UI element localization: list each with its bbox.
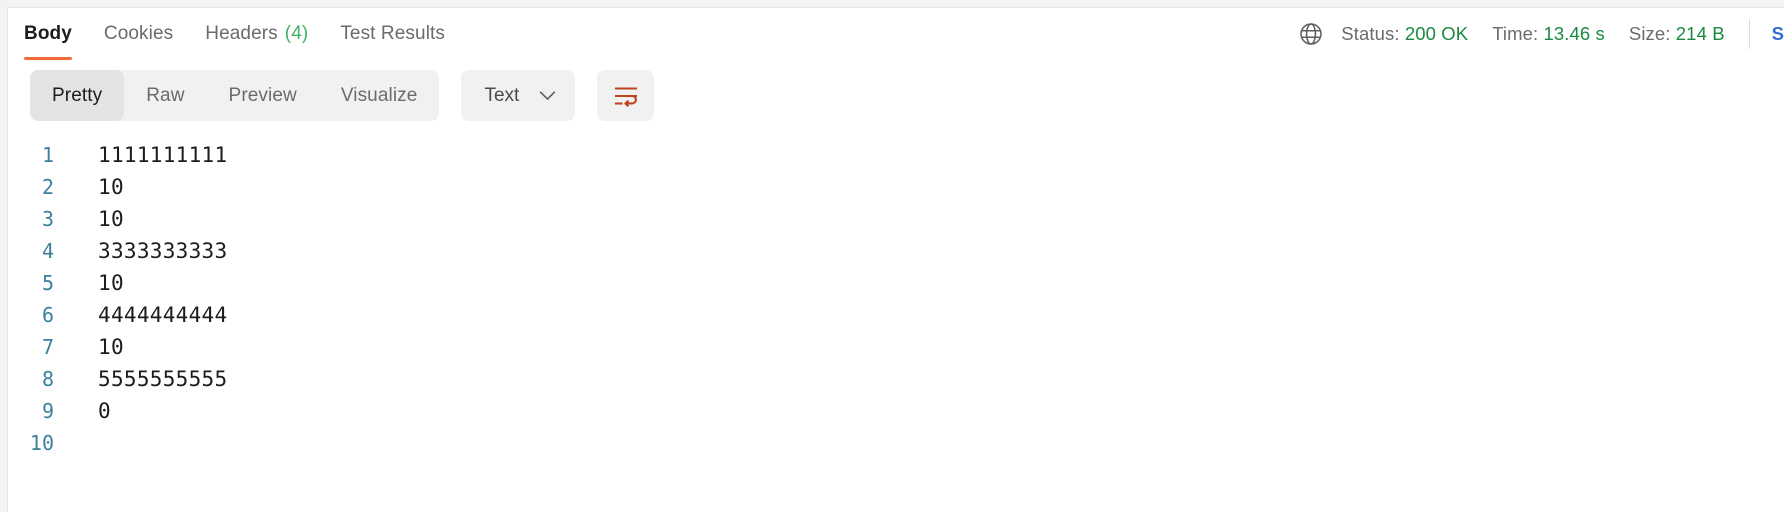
active-tab-indicator xyxy=(24,57,72,60)
tab-cookies[interactable]: Cookies xyxy=(88,8,189,60)
line-text: 10 xyxy=(98,175,124,199)
code-line: 9 0 xyxy=(16,395,1784,427)
view-mode-pretty[interactable]: Pretty xyxy=(30,70,125,121)
line-number: 7 xyxy=(41,335,54,359)
line-number: 8 xyxy=(41,367,54,391)
response-pane: Body Cookies Headers (4) Test Results St… xyxy=(0,0,1784,512)
code-line: 2 10 xyxy=(16,171,1784,203)
line-text: 10 xyxy=(98,335,124,359)
time-value: 13.46 s xyxy=(1543,23,1605,44)
line-text: 10 xyxy=(98,207,124,231)
meta-divider xyxy=(1748,19,1750,49)
tab-test-results[interactable]: Test Results xyxy=(324,8,461,60)
tab-headers-count: (4) xyxy=(284,23,309,44)
code-line: 6 4444444444 xyxy=(16,299,1784,331)
response-panel: Body Cookies Headers (4) Test Results St… xyxy=(7,7,1784,512)
tab-body-label: Body xyxy=(24,23,72,44)
tab-cookies-label: Cookies xyxy=(103,23,174,44)
tab-test-results-label: Test Results xyxy=(340,23,445,44)
line-number: 4 xyxy=(41,239,54,263)
time-indicator: Time: 13.46 s xyxy=(1492,23,1605,45)
code-line: 8 5555555555 xyxy=(16,363,1784,395)
view-mode-preview[interactable]: Preview xyxy=(207,70,319,121)
status-label: Status: xyxy=(1341,23,1400,44)
code-line: 3 10 xyxy=(16,203,1784,235)
size-label: Size: xyxy=(1628,23,1671,44)
line-text: 5555555555 xyxy=(98,367,228,391)
format-dropdown-value: Text xyxy=(484,84,520,106)
view-mode-visualize[interactable]: Visualize xyxy=(319,70,440,121)
line-number: 5 xyxy=(41,271,54,295)
line-text: 10 xyxy=(98,271,124,295)
line-number: 2 xyxy=(41,175,54,199)
response-tabs: Body Cookies Headers (4) Test Results xyxy=(20,8,461,63)
code-line: 4 3333333333 xyxy=(16,235,1784,267)
view-mode-visualize-label: Visualize xyxy=(340,84,418,106)
line-number: 6 xyxy=(41,303,54,327)
status-indicator: Status: 200 OK xyxy=(1341,23,1468,45)
line-number: 3 xyxy=(41,207,54,231)
tab-body[interactable]: Body xyxy=(20,8,88,60)
format-dropdown[interactable]: Text xyxy=(461,70,576,121)
line-text: 0 xyxy=(98,399,111,423)
view-mode-raw-label: Raw xyxy=(146,84,185,106)
response-tab-bar: Body Cookies Headers (4) Test Results St… xyxy=(8,8,1784,63)
line-text: 4444444444 xyxy=(98,303,228,327)
wrap-lines-icon xyxy=(614,86,637,107)
size-value: 214 B xyxy=(1675,23,1725,44)
response-meta: Status: 200 OK Time: 13.46 s Size: 214 B… xyxy=(1298,8,1784,60)
view-mode-raw[interactable]: Raw xyxy=(124,70,206,121)
chevron-down-icon xyxy=(540,91,556,100)
status-value: 200 OK xyxy=(1404,23,1469,44)
wrap-lines-button[interactable] xyxy=(597,70,655,121)
view-mode-preview-label: Preview xyxy=(228,84,297,106)
view-mode-pretty-label: Pretty xyxy=(52,84,103,106)
time-label: Time: xyxy=(1492,23,1539,44)
code-line: 5 10 xyxy=(16,267,1784,299)
line-text: 3333333333 xyxy=(98,239,228,263)
response-body-viewer[interactable]: 1 1111111111 2 10 3 10 4 3333333333 5 10… xyxy=(8,139,1784,459)
tab-headers[interactable]: Headers (4) xyxy=(189,8,324,60)
view-mode-segmented-control: Pretty Raw Preview Visualize xyxy=(30,70,440,121)
line-text: 1111111111 xyxy=(98,143,228,167)
size-indicator: Size: 214 B xyxy=(1629,23,1725,45)
save-response-link[interactable]: S xyxy=(1772,23,1784,45)
code-line: 7 10 xyxy=(16,331,1784,363)
code-line: 10 xyxy=(16,427,1784,459)
body-toolbar: Pretty Raw Preview Visualize Text xyxy=(8,63,1784,121)
code-line: 1 1111111111 xyxy=(16,139,1784,171)
line-number: 9 xyxy=(41,399,54,423)
globe-icon xyxy=(1300,23,1323,45)
line-number: 10 xyxy=(29,431,54,455)
line-number: 1 xyxy=(41,143,54,167)
tab-headers-label: Headers xyxy=(205,23,278,44)
